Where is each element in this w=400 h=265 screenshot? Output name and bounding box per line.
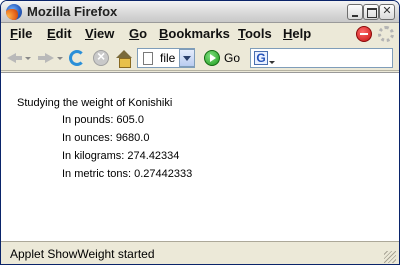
page-icon xyxy=(143,52,153,65)
search-engine-dropdown-icon[interactable] xyxy=(269,61,275,64)
status-text: Applet ShowWeight started xyxy=(10,247,155,261)
maximize-button[interactable] xyxy=(363,4,379,20)
menu-edit[interactable]: Edit xyxy=(47,26,72,41)
stop-icon[interactable] xyxy=(93,48,109,66)
menu-bookmarks[interactable]: Bookmarks xyxy=(159,26,230,41)
browser-window: Mozilla Firefox ✕ File Edit View Go Book… xyxy=(0,0,400,265)
forward-icon[interactable] xyxy=(37,49,55,67)
reload-icon[interactable] xyxy=(69,50,85,66)
status-bar: Applet ShowWeight started xyxy=(1,241,399,264)
menu-file[interactable]: File xyxy=(10,26,32,41)
menu-view[interactable]: View xyxy=(85,26,114,41)
weight-pounds: In pounds: 605.0 xyxy=(62,114,144,126)
go-button-label[interactable]: Go xyxy=(224,51,240,65)
search-engine-icon[interactable]: G xyxy=(254,51,268,65)
close-button[interactable]: ✕ xyxy=(379,4,395,20)
back-dropdown-icon[interactable] xyxy=(25,57,31,60)
window-title: Mozilla Firefox xyxy=(27,4,118,19)
resize-grip[interactable] xyxy=(384,251,396,263)
menu-help[interactable]: Help xyxy=(283,26,311,41)
weight-kilograms: In kilograms: 274.42334 xyxy=(62,150,180,162)
back-icon[interactable] xyxy=(6,49,24,67)
forward-dropdown-icon[interactable] xyxy=(57,57,63,60)
minimize-button[interactable] xyxy=(347,4,363,20)
home-icon[interactable] xyxy=(115,49,133,68)
menu-go[interactable]: Go xyxy=(129,26,147,41)
stop-sign-icon[interactable] xyxy=(356,26,372,42)
search-input[interactable]: G xyxy=(250,48,393,68)
applet-content: Studying the weight of Konishiki In poun… xyxy=(1,72,399,241)
weight-metric-tons: In metric tons: 0.27442333 xyxy=(62,168,193,180)
firefox-icon xyxy=(6,4,22,20)
navigation-toolbar: file Go G xyxy=(1,45,399,71)
applet-heading: Studying the weight of Konishiki xyxy=(17,97,173,109)
menu-bar: File Edit View Go Bookmarks Tools Help xyxy=(1,23,399,45)
throbber-icon xyxy=(378,26,394,42)
title-bar[interactable]: Mozilla Firefox ✕ xyxy=(1,1,399,23)
weight-ounces: In ounces: 9680.0 xyxy=(62,132,150,144)
menu-tools[interactable]: Tools xyxy=(238,26,272,41)
url-history-dropdown[interactable] xyxy=(179,49,195,67)
url-value[interactable]: file xyxy=(160,51,175,65)
go-icon[interactable] xyxy=(204,50,220,66)
